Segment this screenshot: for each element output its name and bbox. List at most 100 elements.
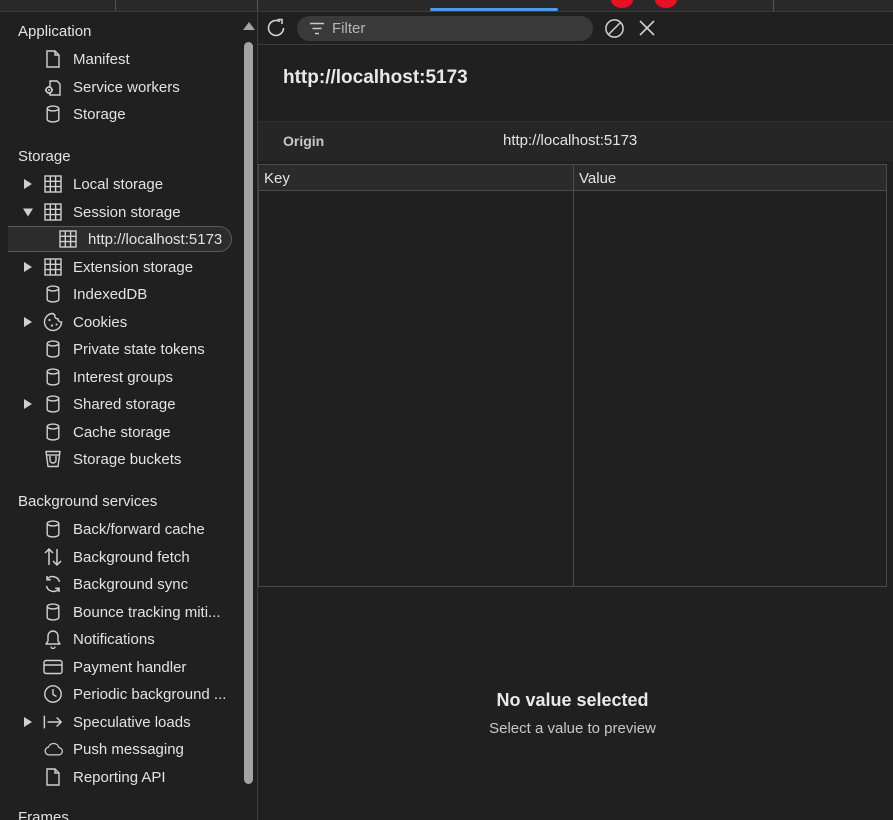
sidebar-item-payment-handler[interactable]: Payment handler (0, 654, 232, 680)
sidebar-item-label: Storage (73, 105, 126, 123)
cloud-icon (43, 739, 63, 759)
section-title-frames: Frames (18, 809, 69, 820)
sync-icon (43, 574, 63, 594)
sidebar-item-speculative-loads[interactable]: Speculative loads (0, 709, 232, 735)
sidebar-item-label: Extension storage (73, 258, 194, 276)
filter-input[interactable]: Filter (297, 16, 593, 41)
sidebar-item-service-workers[interactable]: Service workers (0, 74, 232, 100)
tab-separator (115, 0, 116, 11)
sidebar-item-local-storage[interactable]: Local storage (0, 171, 232, 197)
sidebar-item-label: Push messaging (73, 740, 184, 758)
expand-arrow-icon[interactable] (23, 179, 33, 189)
sidebar-item-label: Back/forward cache (73, 520, 205, 538)
database-icon (43, 602, 63, 622)
sidebar-item-cookies[interactable]: Cookies (0, 309, 232, 335)
sidebar-item-label: Cache storage (73, 423, 171, 441)
sidebar-item-interest-groups[interactable]: Interest groups (0, 364, 232, 390)
sidebar-item-back-forward-cache[interactable]: Back/forward cache (0, 516, 232, 542)
sidebar-item-label: Periodic background ... (73, 685, 227, 703)
cookie-icon (43, 312, 63, 332)
database-icon (43, 284, 63, 304)
origin-row: Origin http://localhost:5173 (258, 121, 893, 161)
database-icon (43, 422, 63, 442)
sidebar-item-label: Storage buckets (73, 450, 182, 468)
sidebar-item-storage[interactable]: Storage (0, 101, 232, 127)
sidebar-item-background-fetch[interactable]: Background fetch (0, 544, 232, 570)
collapse-arrow-icon[interactable] (23, 207, 33, 217)
value-preview-panel: No value selected Select a value to prev… (258, 588, 893, 820)
section-title-storage: Storage (18, 148, 71, 165)
sidebar-item-manifest[interactable]: Manifest (0, 46, 232, 72)
sidebar-item-bounce-tracking[interactable]: Bounce tracking miti... (0, 599, 232, 625)
sidebar-item-label: Reporting API (73, 768, 166, 786)
up-down-arrows-icon (43, 547, 63, 567)
sidebar-item-label: Notifications (73, 630, 155, 648)
sidebar-item-extension-storage[interactable]: Extension storage (0, 254, 232, 280)
sidebar-scrollbar[interactable] (241, 12, 257, 820)
scrollbar-thumb[interactable] (244, 42, 253, 784)
sidebar-item-private-state-tokens[interactable]: Private state tokens (0, 336, 232, 362)
tab-separator (773, 0, 774, 11)
table-icon (43, 174, 63, 194)
filter-icon (309, 22, 325, 35)
warning-badge-icon[interactable] (655, 0, 677, 8)
section-title-application: Application (18, 23, 92, 40)
preview-empty-subtitle: Select a value to preview (489, 720, 656, 737)
sidebar-item-label: Manifest (73, 50, 130, 68)
sidebar-item-label: Interest groups (73, 368, 174, 386)
sidebar-item-session-origin[interactable]: http://localhost:5173 (8, 226, 232, 252)
column-divider[interactable] (573, 165, 574, 586)
error-badge-icon[interactable] (611, 0, 633, 8)
column-header-key[interactable]: Key (264, 170, 290, 187)
credit-card-icon (43, 657, 63, 677)
sidebar-item-label: Session storage (73, 203, 181, 221)
expand-arrow-icon[interactable] (23, 717, 33, 727)
page-title: http://localhost:5173 (283, 67, 468, 88)
table-icon (58, 229, 78, 249)
sidebar-item-background-sync[interactable]: Background sync (0, 571, 232, 597)
database-icon (43, 104, 63, 124)
expand-arrow-icon[interactable] (23, 399, 33, 409)
refresh-icon[interactable] (265, 17, 287, 39)
scroll-up-arrow-icon[interactable] (243, 22, 255, 30)
arrow-right-bar-icon (43, 712, 63, 732)
sidebar-item-label: Cookies (73, 313, 128, 331)
sidebar-item-periodic-background-sync[interactable]: Periodic background ... (0, 681, 232, 707)
devtools-tab-bar (0, 0, 893, 12)
origin-value: http://localhost:5173 (503, 132, 638, 149)
table-icon (43, 202, 63, 222)
origin-label: Origin (283, 133, 325, 149)
expand-arrow-icon[interactable] (23, 317, 33, 327)
database-icon (43, 339, 63, 359)
clear-all-icon[interactable] (604, 18, 625, 39)
sidebar-item-label: Background sync (73, 575, 189, 593)
storage-toolbar: Filter (258, 12, 893, 45)
sidebar-item-reporting-api[interactable]: Reporting API (0, 764, 232, 790)
bucket-icon (43, 449, 63, 469)
bell-icon (43, 629, 63, 649)
storage-view: Filter http://localhost:5173 Origin http… (258, 12, 893, 820)
close-icon[interactable] (638, 19, 656, 37)
sidebar-item-label: Private state tokens (73, 340, 205, 358)
sidebar-item-session-storage[interactable]: Session storage (0, 199, 232, 225)
sidebar-item-label: Payment handler (73, 658, 187, 676)
active-tab-indicator (430, 8, 558, 11)
document-icon (43, 767, 63, 787)
sidebar-item-label: http://localhost:5173 (88, 230, 223, 248)
column-header-value[interactable]: Value (579, 170, 616, 187)
sidebar-item-notifications[interactable]: Notifications (0, 626, 232, 652)
section-title-background-services: Background services (18, 493, 158, 510)
clock-icon (43, 684, 63, 704)
sidebar-item-label: Local storage (73, 175, 164, 193)
sidebar-item-label: Speculative loads (73, 713, 191, 731)
sidebar-item-label: Bounce tracking miti... (73, 603, 221, 621)
expand-arrow-icon[interactable] (23, 262, 33, 272)
sidebar-item-shared-storage[interactable]: Shared storage (0, 391, 232, 417)
sidebar-item-label: Service workers (73, 78, 180, 96)
sidebar-item-storage-buckets[interactable]: Storage buckets (0, 446, 232, 472)
sidebar-item-push-messaging[interactable]: Push messaging (0, 736, 232, 762)
storage-data-grid[interactable]: Key Value (258, 164, 887, 587)
sidebar-item-cache-storage[interactable]: Cache storage (0, 419, 232, 445)
filter-placeholder: Filter (332, 20, 366, 37)
sidebar-item-indexeddb[interactable]: IndexedDB (0, 281, 232, 307)
